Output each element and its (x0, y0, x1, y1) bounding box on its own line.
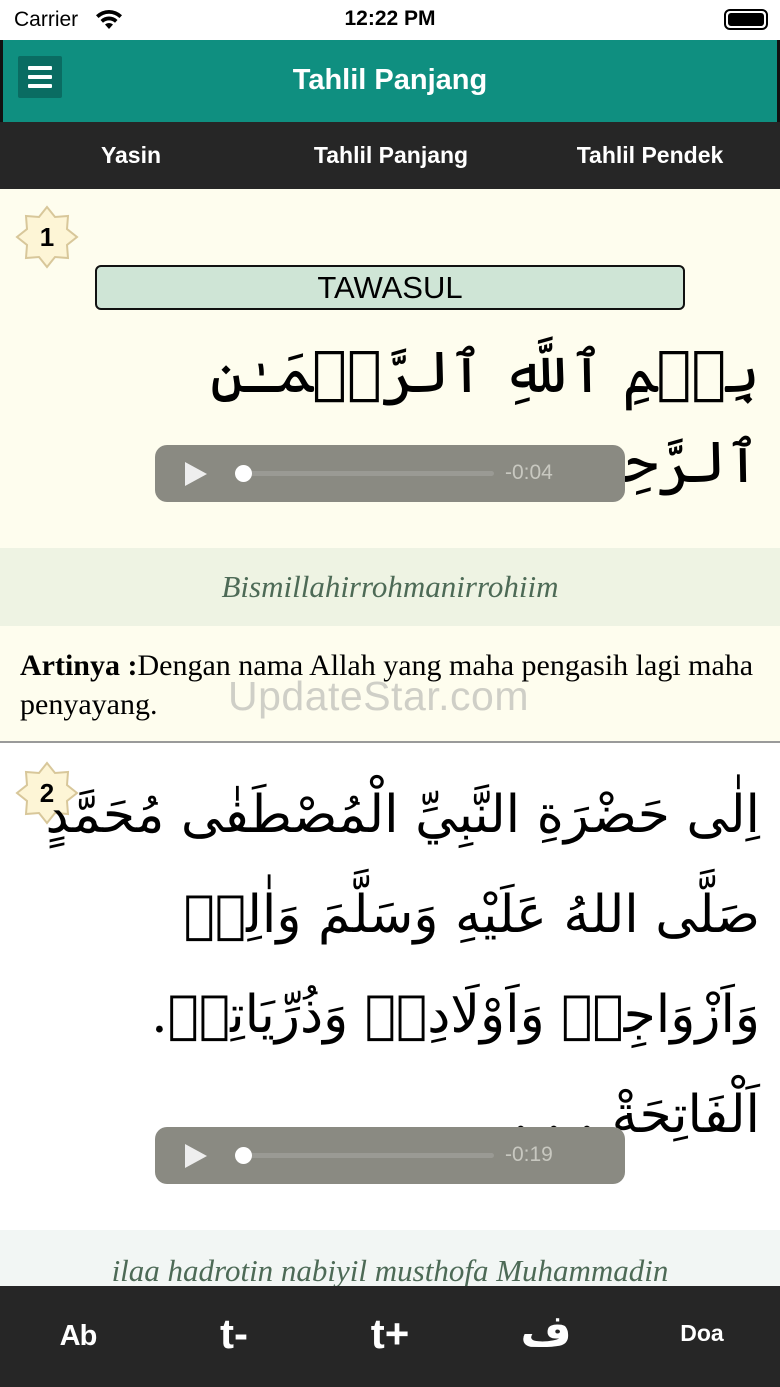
tab-tahlil-panjang[interactable]: Tahlil Panjang (262, 122, 520, 189)
section-2: 2 اِلٰى حَضْرَةِ النَّبِيِّ الْمُصْطَفٰى… (0, 745, 780, 1229)
watermark: UpdateStar.com (228, 673, 529, 719)
battery-icon (724, 9, 768, 30)
tab-yasin[interactable]: Yasin (0, 122, 262, 189)
audio-player: -0:19 (155, 1127, 625, 1184)
audio-player: -0:04 (155, 445, 625, 502)
meaning-label: Artinya : (20, 649, 138, 682)
tab-bar: Yasin Tahlil Panjang Tahlil Pendek (0, 122, 780, 189)
audio-time: -0:04 (505, 461, 553, 484)
play-icon[interactable] (185, 462, 207, 486)
section-number-badge: 1 (15, 205, 79, 269)
app-header: Tahlil Panjang (0, 40, 780, 122)
increase-text-button[interactable]: t+ (312, 1286, 468, 1387)
page-title: Tahlil Panjang (292, 64, 488, 96)
section-number: 1 (39, 222, 55, 252)
font-style-button[interactable]: Ab (0, 1286, 156, 1387)
tab-tahlil-pendek[interactable]: Tahlil Pendek (520, 122, 780, 189)
arabic-font-button[interactable]: ف (468, 1286, 624, 1387)
audio-track[interactable] (244, 1153, 494, 1158)
transliteration: Bismillahirrohmanirrohiim (0, 548, 780, 626)
audio-track[interactable] (244, 471, 494, 476)
section-title: TAWASUL (95, 265, 685, 310)
status-bar: Carrier 12:22 PM (0, 0, 780, 40)
doa-button[interactable]: Doa (624, 1286, 780, 1387)
play-icon[interactable] (185, 1144, 207, 1168)
bottom-toolbar: Ab t- t+ ف Doa (0, 1286, 780, 1387)
clock: 12:22 PM (344, 7, 436, 30)
arabic-text: اِلٰى حَضْرَةِ النَّبِيِّ الْمُصْطَفٰى م… (45, 785, 760, 1145)
audio-time: -0:19 (505, 1143, 553, 1166)
transliteration: ilaa hadrotin nabiyil musthofa Muhammadi… (0, 1230, 780, 1286)
audio-thumb[interactable] (235, 1147, 252, 1164)
section-1: 1 TAWASUL بِسۡمِ ٱللَّهِ ٱلرَّحۡمَـٰنِ ٱ… (0, 189, 780, 548)
decrease-text-button[interactable]: t- (156, 1286, 312, 1387)
audio-thumb[interactable] (235, 465, 252, 482)
content-scroll[interactable]: 1 TAWASUL بِسۡمِ ٱللَّهِ ٱلرَّحۡمَـٰنِ ٱ… (0, 189, 780, 1286)
